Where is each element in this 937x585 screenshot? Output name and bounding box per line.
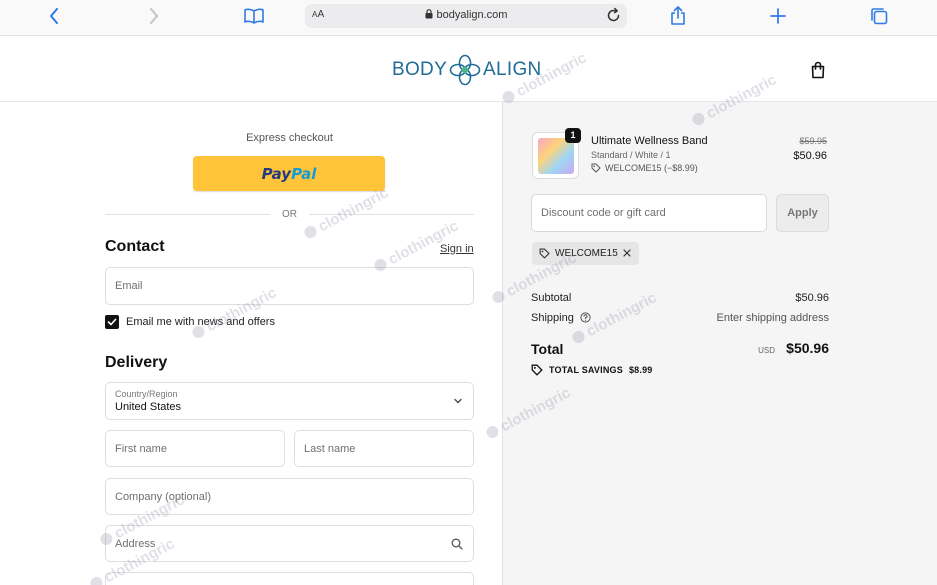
logo-mark-icon [449, 54, 481, 86]
newsletter-checkbox-row[interactable]: Email me with news and offers [105, 315, 275, 329]
apply-discount-button[interactable]: Apply [776, 194, 829, 232]
tag-icon [531, 364, 543, 376]
price-final: $50.96 [793, 150, 827, 162]
share-icon[interactable] [666, 6, 690, 26]
first-name-field[interactable]: First name [105, 430, 285, 467]
total-value: $50.96 [786, 340, 829, 356]
browser-toolbar: AA bodyalign.com [0, 0, 937, 36]
help-circle-icon[interactable] [580, 312, 591, 323]
email-field[interactable]: Email [105, 267, 474, 305]
product-image [538, 138, 574, 174]
shopping-bag-icon[interactable] [808, 60, 828, 80]
paypal-button[interactable]: PayPal [193, 156, 385, 191]
newsletter-checkbox[interactable] [105, 315, 119, 329]
applied-code-chip: WELCOME15 [532, 242, 639, 265]
product-name: Ultimate Wellness Band [591, 135, 708, 147]
new-tab-icon[interactable] [766, 6, 790, 26]
total-currency: USD [758, 346, 775, 355]
order-summary: Ultimate Wellness Band Standard / White … [502, 102, 937, 585]
brand-logo[interactable]: BODY ALIGN [392, 52, 542, 88]
total-label: Total [531, 341, 564, 357]
price-original: $59.95 [799, 136, 827, 146]
url-display: bodyalign.com [305, 9, 627, 21]
back-icon[interactable] [42, 6, 66, 26]
logo-word-right: ALIGN [483, 59, 542, 80]
checkout-form: Express checkout PayPal OR Contact Sign … [0, 102, 502, 585]
product-discount: WELCOME15 (−$8.99) [591, 163, 698, 173]
paypal-logo: PayPal [261, 164, 317, 183]
address-line-field[interactable] [105, 572, 474, 585]
shipping-row: Shipping Enter shipping address [531, 312, 829, 324]
site-header: BODY ALIGN [0, 36, 937, 102]
company-field[interactable]: Company (optional) [105, 478, 474, 515]
reload-icon[interactable] [605, 7, 622, 24]
delivery-heading: Delivery [105, 354, 168, 371]
tabs-overview-icon[interactable] [867, 6, 891, 26]
forward-icon[interactable] [142, 6, 166, 26]
express-checkout-label: Express checkout [246, 132, 333, 144]
total-savings: TOTAL SAVINGS $8.99 [531, 364, 652, 376]
checkmark-icon [107, 318, 117, 326]
sign-in-link[interactable]: Sign in [440, 243, 474, 255]
or-divider: OR [105, 208, 474, 222]
remove-code-icon[interactable] [622, 248, 632, 258]
quantity-badge: 1 [565, 128, 581, 143]
country-select[interactable]: Country/Region United States [105, 382, 474, 420]
subtotal-row: Subtotal $50.96 [531, 292, 829, 304]
newsletter-label: Email me with news and offers [126, 316, 275, 328]
tag-icon [591, 163, 601, 173]
search-icon [451, 538, 463, 550]
logo-word-left: BODY [392, 59, 448, 80]
discount-code-input[interactable]: Discount code or gift card [531, 194, 767, 232]
address-field[interactable]: Address [105, 525, 474, 562]
address-bar[interactable]: AA bodyalign.com [305, 4, 627, 28]
chevron-down-icon [454, 398, 462, 404]
lock-icon [425, 9, 433, 19]
tag-icon [539, 248, 550, 259]
last-name-field[interactable]: Last name [294, 430, 474, 467]
product-variant: Standard / White / 1 [591, 150, 671, 160]
contact-heading: Contact [105, 238, 165, 255]
bookmarks-icon[interactable] [242, 6, 266, 26]
